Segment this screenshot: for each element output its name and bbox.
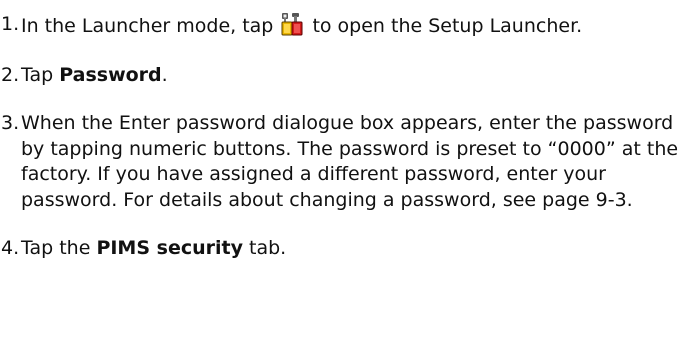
step-text-after: tab.	[242, 237, 287, 259]
setup-tools-icon	[281, 12, 303, 36]
step-text-after-icon: to open the Setup Launcher.	[306, 15, 583, 37]
ui-term-pims-security: PIMS security	[96, 237, 243, 259]
step-number: 2.	[1, 63, 20, 86]
step-text-before-icon: In the Launcher mode, tap	[21, 15, 280, 37]
step-text-after: .	[161, 63, 168, 86]
instruction-steps: 1. In the Launcher mode, tap to open the…	[0, 12, 692, 262]
step-3: 3. When the Enter password dialogue box …	[0, 111, 692, 213]
setup-tools-icon-graphic	[281, 13, 303, 36]
step-text-before: Tap	[21, 63, 60, 86]
step-number: 1.	[1, 13, 20, 35]
step-4: 4. Tap the PIMS security tab.	[0, 236, 692, 262]
step-number: 3.	[1, 112, 20, 134]
ui-term-password: Password	[59, 63, 162, 86]
step-1: 1. In the Launcher mode, tap to open the…	[0, 12, 692, 40]
step-text: Tap Password.	[21, 63, 692, 89]
step-text: When the Enter password dialogue box app…	[21, 112, 679, 211]
step-text-before: Tap the	[21, 237, 97, 259]
step-2: 2. Tap Password.	[0, 63, 692, 89]
step-number: 4.	[1, 237, 20, 259]
step-text: In the Launcher mode, tap to open the Se…	[21, 12, 692, 40]
step-text: Tap the PIMS security tab.	[21, 236, 692, 262]
